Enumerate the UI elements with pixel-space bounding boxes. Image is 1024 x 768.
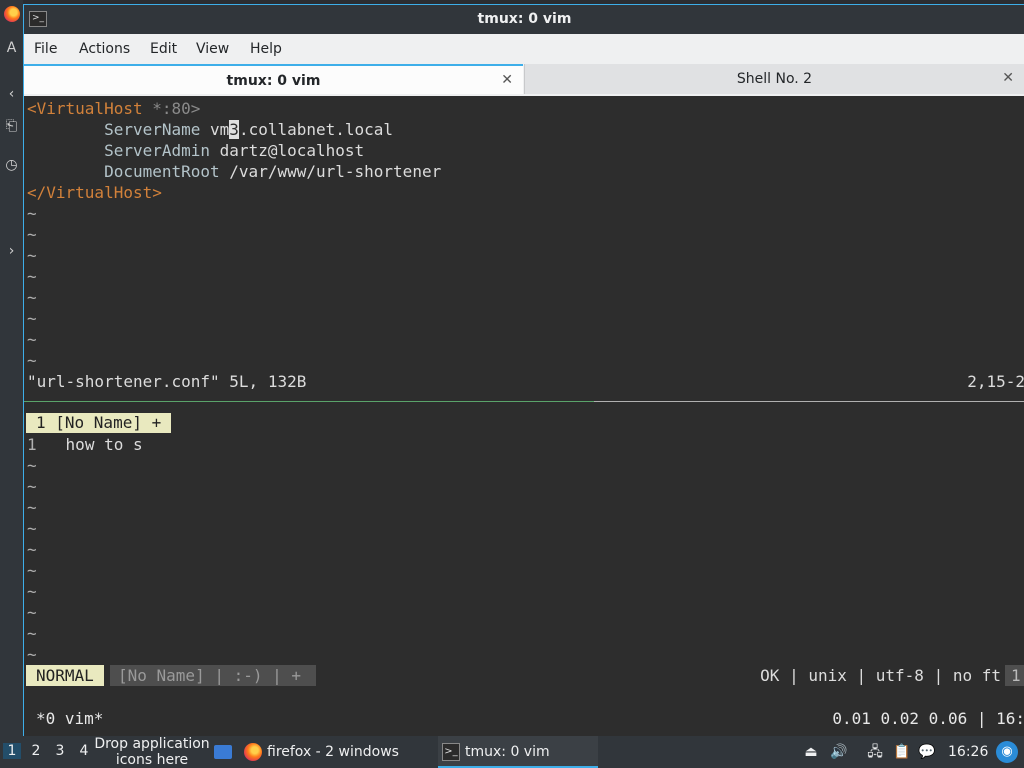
empty-line-marker: ~ [27,267,37,286]
volume-icon[interactable]: 🔊 [830,743,848,761]
desktop-1-button[interactable]: 1 [3,743,21,759]
tab-label: Shell No. 2 [736,71,813,87]
task-label: firefox - 2 windows [267,744,399,760]
pane-divider[interactable] [594,401,1024,402]
empty-line-marker: ~ [27,309,37,328]
status-file-info: OK | unix | utf-8 | no ft [760,666,1001,685]
strip-fragment-icon: ⎗ [5,118,18,134]
empty-line-marker: ~ [27,456,37,475]
menu-actions[interactable]: Actions [79,41,130,57]
pane-divider[interactable] [24,401,594,402]
status-buffer-info: [No Name] | :-) | + [110,665,316,686]
taskbar: 1 2 3 4 Drop application icons here fire… [0,736,1024,768]
directive: ServerName [104,120,201,139]
menu-bar: File Actions Edit View Help [24,34,1024,64]
vim-buffer-tab[interactable]: 1 [No Name] + [26,413,172,433]
tab-shell-2[interactable]: Shell No. 2 ✕ [524,64,1024,94]
strip-fragment-a: A [6,40,17,56]
strip-fragment-clock: ◷ [5,157,18,173]
vim-line-2: ServerName vm3.collabnet.local [27,119,393,140]
vim-line-4: DocumentRoot /var/www/url-shortener [27,161,441,182]
menu-view[interactable]: View [196,41,229,57]
tag-open: <VirtualHost [27,99,143,118]
desktop-4-button[interactable]: 4 [75,743,93,759]
distro-logo-icon[interactable]: ◉ [996,741,1018,763]
task-firefox[interactable]: firefox - 2 windows [240,736,430,768]
vim-line-1: <VirtualHost *:80> [27,98,200,119]
empty-line-marker: ~ [27,645,37,664]
clipboard-icon[interactable]: 📋 [893,743,911,761]
empty-line-marker: ~ [27,624,37,643]
empty-line-marker: ~ [27,582,37,601]
text-cursor: 3 [229,120,239,139]
quicklaunch-drop-hint: Drop application icons here [94,736,210,768]
desktop-2-button[interactable]: 2 [27,743,45,759]
task-tmux-vim[interactable]: >_ tmux: 0 vim [438,736,598,768]
vim-statusline: NORMAL [No Name] | :-) | + OK | unix | u… [26,665,1024,686]
network-icon[interactable]: 🖧 [866,743,884,761]
empty-line-marker: ~ [27,540,37,559]
terminal-area[interactable]: <VirtualHost *:80> ServerName vm3.collab… [24,96,1024,736]
line-text: how to s [65,435,143,454]
konsole-window: >_ tmux: 0 vim File Actions Edit View He… [23,4,1024,736]
notification-icon[interactable]: 💬 [918,743,936,761]
vim-line-3: ServerAdmin dartz@localhost [27,140,364,161]
empty-line-marker: ~ [27,204,37,223]
strip-fragment-back: ‹ [8,86,15,102]
tab-tmux-vim[interactable]: tmux: 0 vim ✕ [24,64,523,94]
tag-args: *:80> [142,99,201,118]
show-desktop-icon[interactable] [214,745,232,759]
line-number: 1 [27,435,37,454]
empty-line-marker: ~ [27,519,37,538]
empty-line-marker: ~ [27,477,37,496]
clock[interactable]: 16:26 [948,744,988,760]
tab-label: tmux: 0 vim [226,73,321,89]
tab-bar: tmux: 0 vim ✕ Shell No. 2 ✕ [24,64,1024,96]
mode-indicator: NORMAL [26,665,104,686]
close-icon[interactable]: ✕ [501,72,513,88]
tmux-status-right: 0.01 0.02 0.06 | 16: [832,709,1024,728]
desktop-3-button[interactable]: 3 [51,743,69,759]
vim-line-5: </VirtualHost> [27,183,162,202]
strip-fragment-chevron: › [8,243,15,259]
empty-line-marker: ~ [27,351,37,370]
empty-line-marker: ~ [27,246,37,265]
value-pre: vm [200,120,230,139]
value: /var/www/url-shortener [219,162,442,181]
menu-edit[interactable]: Edit [150,41,177,57]
task-label: tmux: 0 vim [465,744,550,760]
empty-line-marker: ~ [27,330,37,349]
vim-message: "url-shortener.conf" 5L, 132B [27,372,307,391]
empty-line-marker: ~ [27,288,37,307]
empty-line-marker: ~ [27,561,37,580]
directive: ServerAdmin [104,141,211,160]
terminal-icon: >_ [442,743,460,761]
value: dartz@localhost [210,141,365,160]
tmux-window-list[interactable]: *0 vim* [36,708,103,729]
close-icon[interactable]: ✕ [1002,70,1014,86]
background-window-strip: A ‹ ⎗ ◷ › [0,0,23,736]
window-title: tmux: 0 vim [477,11,572,27]
status-right-end: 1 [1005,665,1024,686]
directive: DocumentRoot [104,162,220,181]
empty-line-marker: ~ [27,498,37,517]
firefox-icon [4,6,20,22]
eject-icon[interactable]: ⏏ [802,743,820,761]
empty-line-marker: ~ [27,225,37,244]
vim-ruler: 2,15-2 [967,372,1024,391]
title-bar[interactable]: >_ tmux: 0 vim [24,4,1024,34]
firefox-icon [244,743,262,761]
menu-help[interactable]: Help [250,41,282,57]
value-post: .collabnet.local [238,120,394,139]
menu-file[interactable]: File [34,41,57,57]
empty-line-marker: ~ [27,603,37,622]
vim-buffer-line: 1 how to s [27,434,143,455]
